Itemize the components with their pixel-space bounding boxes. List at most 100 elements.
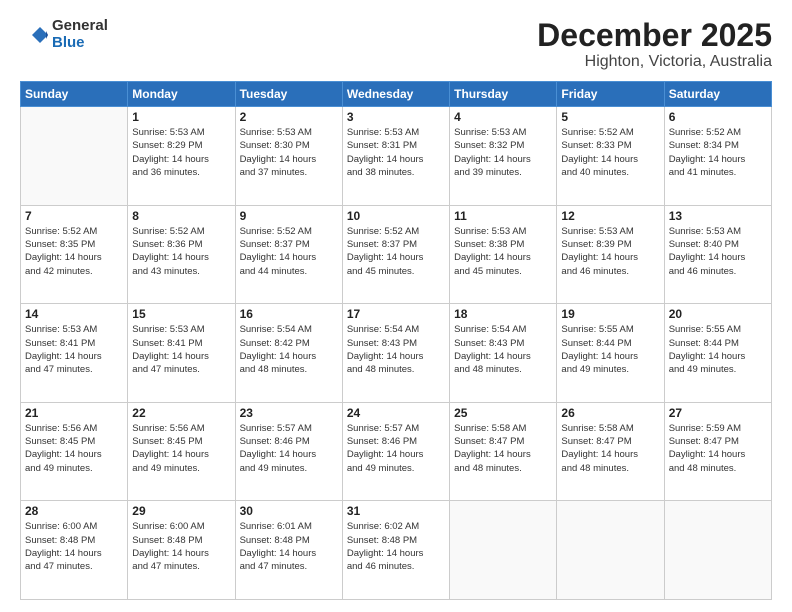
day-number: 1 bbox=[132, 110, 230, 124]
page: General Blue December 2025 Highton, Vict… bbox=[0, 0, 792, 612]
day-number: 3 bbox=[347, 110, 445, 124]
col-monday: Monday bbox=[128, 82, 235, 107]
calendar-cell: 6 Sunrise: 5:52 AMSunset: 8:34 PMDaylight… bbox=[664, 107, 771, 206]
day-number: 14 bbox=[25, 307, 123, 321]
day-number: 6 bbox=[669, 110, 767, 124]
day-info: Sunrise: 5:52 AMSunset: 8:34 PMDaylight:… bbox=[669, 126, 767, 179]
day-info: Sunrise: 5:52 AMSunset: 8:35 PMDaylight:… bbox=[25, 225, 123, 278]
calendar-cell bbox=[21, 107, 128, 206]
logo: General Blue bbox=[20, 18, 108, 51]
calendar-cell: 2 Sunrise: 5:53 AMSunset: 8:30 PMDaylight… bbox=[235, 107, 342, 206]
calendar-week-4: 28 Sunrise: 6:00 AMSunset: 8:48 PMDayligh… bbox=[21, 501, 772, 600]
col-saturday: Saturday bbox=[664, 82, 771, 107]
logo-general: General bbox=[52, 18, 108, 35]
day-number: 21 bbox=[25, 406, 123, 420]
calendar-cell: 12Sunrise: 5:53 AMSunset: 8:39 PMDayligh… bbox=[557, 205, 664, 304]
logo-text: General Blue bbox=[52, 18, 108, 51]
calendar-cell: 28 Sunrise: 6:00 AMSunset: 8:48 PMDayligh… bbox=[21, 501, 128, 600]
calendar-cell: 17 Sunrise: 5:54 AMSunset: 8:43 PMDayligh… bbox=[342, 304, 449, 403]
col-thursday: Thursday bbox=[450, 82, 557, 107]
calendar-week-1: 7 Sunrise: 5:52 AMSunset: 8:35 PMDaylight… bbox=[21, 205, 772, 304]
col-sunday: Sunday bbox=[21, 82, 128, 107]
day-info: Sunrise: 5:54 AMSunset: 8:43 PMDaylight:… bbox=[347, 323, 445, 376]
day-number: 23 bbox=[240, 406, 338, 420]
calendar-cell: 27 Sunrise: 5:59 AMSunset: 8:47 PMDayligh… bbox=[664, 402, 771, 501]
calendar-table: Sunday Monday Tuesday Wednesday Thursday… bbox=[20, 81, 772, 600]
day-number: 7 bbox=[25, 209, 123, 223]
calendar-cell: 3Sunrise: 5:53 AMSunset: 8:31 PMDaylight… bbox=[342, 107, 449, 206]
calendar-cell: 26Sunrise: 5:58 AMSunset: 8:47 PMDayligh… bbox=[557, 402, 664, 501]
col-tuesday: Tuesday bbox=[235, 82, 342, 107]
day-info: Sunrise: 5:53 AMSunset: 8:40 PMDaylight:… bbox=[669, 225, 767, 278]
calendar-cell: 29 Sunrise: 6:00 AMSunset: 8:48 PMDayligh… bbox=[128, 501, 235, 600]
day-number: 20 bbox=[669, 307, 767, 321]
day-info: Sunrise: 5:53 AMSunset: 8:30 PMDaylight:… bbox=[240, 126, 338, 179]
calendar-cell: 23Sunrise: 5:57 AMSunset: 8:46 PMDayligh… bbox=[235, 402, 342, 501]
calendar-header: Sunday Monday Tuesday Wednesday Thursday… bbox=[21, 82, 772, 107]
day-info: Sunrise: 6:00 AMSunset: 8:48 PMDaylight:… bbox=[25, 520, 123, 573]
day-number: 10 bbox=[347, 209, 445, 223]
day-info: Sunrise: 6:01 AMSunset: 8:48 PMDaylight:… bbox=[240, 520, 338, 573]
day-info: Sunrise: 5:52 AMSunset: 8:36 PMDaylight:… bbox=[132, 225, 230, 278]
day-info: Sunrise: 5:55 AMSunset: 8:44 PMDaylight:… bbox=[561, 323, 659, 376]
day-info: Sunrise: 5:53 AMSunset: 8:32 PMDaylight:… bbox=[454, 126, 552, 179]
calendar-cell: 16Sunrise: 5:54 AMSunset: 8:42 PMDayligh… bbox=[235, 304, 342, 403]
location: Highton, Victoria, Australia bbox=[537, 53, 772, 71]
day-number: 18 bbox=[454, 307, 552, 321]
day-number: 25 bbox=[454, 406, 552, 420]
calendar-cell: 10Sunrise: 5:52 AMSunset: 8:37 PMDayligh… bbox=[342, 205, 449, 304]
calendar-cell bbox=[557, 501, 664, 600]
calendar-week-3: 21 Sunrise: 5:56 AMSunset: 8:45 PMDayligh… bbox=[21, 402, 772, 501]
day-info: Sunrise: 6:00 AMSunset: 8:48 PMDaylight:… bbox=[132, 520, 230, 573]
day-info: Sunrise: 5:52 AMSunset: 8:33 PMDaylight:… bbox=[561, 126, 659, 179]
calendar-cell: 19 Sunrise: 5:55 AMSunset: 8:44 PMDayligh… bbox=[557, 304, 664, 403]
day-info: Sunrise: 5:56 AMSunset: 8:45 PMDaylight:… bbox=[25, 422, 123, 475]
day-info: Sunrise: 5:58 AMSunset: 8:47 PMDaylight:… bbox=[561, 422, 659, 475]
day-number: 31 bbox=[347, 504, 445, 518]
day-number: 19 bbox=[561, 307, 659, 321]
calendar-cell: 5 Sunrise: 5:52 AMSunset: 8:33 PMDaylight… bbox=[557, 107, 664, 206]
day-number: 24 bbox=[347, 406, 445, 420]
day-number: 15 bbox=[132, 307, 230, 321]
day-info: Sunrise: 5:53 AMSunset: 8:41 PMDaylight:… bbox=[132, 323, 230, 376]
day-number: 11 bbox=[454, 209, 552, 223]
calendar-week-2: 14 Sunrise: 5:53 AMSunset: 8:41 PMDayligh… bbox=[21, 304, 772, 403]
day-info: Sunrise: 5:54 AMSunset: 8:43 PMDaylight:… bbox=[454, 323, 552, 376]
calendar-cell: 22Sunrise: 5:56 AMSunset: 8:45 PMDayligh… bbox=[128, 402, 235, 501]
calendar-cell: 9 Sunrise: 5:52 AMSunset: 8:37 PMDaylight… bbox=[235, 205, 342, 304]
day-info: Sunrise: 5:53 AMSunset: 8:29 PMDaylight:… bbox=[132, 126, 230, 179]
calendar-week-0: 1 Sunrise: 5:53 AMSunset: 8:29 PMDaylight… bbox=[21, 107, 772, 206]
calendar-cell: 4 Sunrise: 5:53 AMSunset: 8:32 PMDaylight… bbox=[450, 107, 557, 206]
day-info: Sunrise: 6:02 AMSunset: 8:48 PMDaylight:… bbox=[347, 520, 445, 573]
day-number: 5 bbox=[561, 110, 659, 124]
logo-icon bbox=[20, 21, 48, 49]
logo-blue: Blue bbox=[52, 35, 108, 52]
day-info: Sunrise: 5:59 AMSunset: 8:47 PMDaylight:… bbox=[669, 422, 767, 475]
day-info: Sunrise: 5:54 AMSunset: 8:42 PMDaylight:… bbox=[240, 323, 338, 376]
calendar-cell: 24Sunrise: 5:57 AMSunset: 8:46 PMDayligh… bbox=[342, 402, 449, 501]
day-info: Sunrise: 5:52 AMSunset: 8:37 PMDaylight:… bbox=[240, 225, 338, 278]
calendar-cell: 31 Sunrise: 6:02 AMSunset: 8:48 PMDayligh… bbox=[342, 501, 449, 600]
header-row: Sunday Monday Tuesday Wednesday Thursday… bbox=[21, 82, 772, 107]
calendar-cell: 25Sunrise: 5:58 AMSunset: 8:47 PMDayligh… bbox=[450, 402, 557, 501]
day-number: 29 bbox=[132, 504, 230, 518]
col-friday: Friday bbox=[557, 82, 664, 107]
day-number: 28 bbox=[25, 504, 123, 518]
calendar-cell: 18 Sunrise: 5:54 AMSunset: 8:43 PMDayligh… bbox=[450, 304, 557, 403]
day-number: 17 bbox=[347, 307, 445, 321]
calendar-cell: 7 Sunrise: 5:52 AMSunset: 8:35 PMDaylight… bbox=[21, 205, 128, 304]
day-number: 2 bbox=[240, 110, 338, 124]
calendar-cell: 20Sunrise: 5:55 AMSunset: 8:44 PMDayligh… bbox=[664, 304, 771, 403]
col-wednesday: Wednesday bbox=[342, 82, 449, 107]
day-number: 13 bbox=[669, 209, 767, 223]
header: General Blue December 2025 Highton, Vict… bbox=[20, 18, 772, 71]
calendar-cell: 11 Sunrise: 5:53 AMSunset: 8:38 PMDayligh… bbox=[450, 205, 557, 304]
day-number: 4 bbox=[454, 110, 552, 124]
title-block: December 2025 Highton, Victoria, Austral… bbox=[537, 18, 772, 71]
calendar-cell bbox=[450, 501, 557, 600]
day-number: 9 bbox=[240, 209, 338, 223]
day-info: Sunrise: 5:53 AMSunset: 8:39 PMDaylight:… bbox=[561, 225, 659, 278]
day-info: Sunrise: 5:53 AMSunset: 8:38 PMDaylight:… bbox=[454, 225, 552, 278]
day-number: 27 bbox=[669, 406, 767, 420]
calendar-cell: 14Sunrise: 5:53 AMSunset: 8:41 PMDayligh… bbox=[21, 304, 128, 403]
